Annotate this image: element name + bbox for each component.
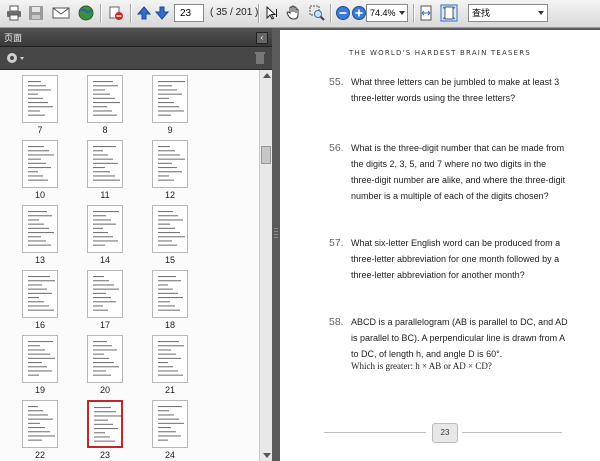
page-thumbnail[interactable]	[87, 205, 123, 253]
hand-tool-icon[interactable]	[283, 3, 303, 23]
page-thumbnail[interactable]	[87, 335, 123, 383]
marquee-zoom-icon[interactable]	[307, 3, 327, 23]
page-thumbnail[interactable]	[22, 335, 58, 383]
pages-panel-toolbar	[0, 47, 272, 70]
no-entry-icon[interactable]	[106, 3, 126, 23]
toolbar-separator	[330, 4, 331, 23]
page-thumbnail[interactable]	[152, 75, 188, 123]
page-thumbnail-label: 7	[37, 125, 43, 135]
page-thumbnail-label: 15	[164, 255, 175, 265]
page-thumbnail[interactable]	[87, 400, 123, 448]
question-item: 57. What six-letter English word can be …	[329, 235, 568, 283]
question-number: 58.	[329, 316, 344, 328]
page-thumbnail[interactable]	[152, 335, 188, 383]
page-thumbnail-label: 16	[34, 320, 45, 330]
close-panel-icon[interactable]: ‹	[256, 32, 268, 44]
page-count: ( 35 / 201 )	[210, 7, 259, 18]
chevron-down-icon	[399, 11, 405, 15]
page-thumbnail[interactable]	[87, 140, 123, 188]
footer-rule	[462, 432, 562, 433]
page-thumbnail[interactable]	[152, 270, 188, 318]
scrollbar-thumb[interactable]	[261, 146, 271, 164]
question-item: 58. ABCD is a parallelogram (AB is paral…	[329, 314, 568, 362]
page-thumbnail-label: 22	[34, 450, 45, 460]
toolbar-separator	[413, 4, 414, 23]
globe-icon[interactable]	[76, 3, 96, 23]
scroll-down-icon[interactable]	[263, 453, 271, 458]
save-icon[interactable]	[26, 3, 46, 23]
chevron-down-icon	[538, 11, 544, 15]
page-thumbnail-label: 23	[99, 450, 110, 460]
splitter-grip	[274, 231, 278, 232]
page-thumbnail-label: 12	[164, 190, 175, 200]
zoom-level-select[interactable]: 74.4%	[366, 4, 408, 22]
page-thumbnail-label: 10	[34, 190, 45, 200]
page-thumbnail-label: 11	[100, 190, 110, 200]
scroll-up-icon[interactable]	[263, 73, 271, 78]
page-thumbnail-label: 18	[164, 320, 175, 330]
page-thumbnail[interactable]	[22, 205, 58, 253]
fit-width-icon[interactable]	[416, 3, 436, 23]
page-number-input[interactable]: 23	[174, 4, 204, 22]
footer-rule	[324, 432, 426, 433]
page-thumbnail[interactable]	[152, 140, 188, 188]
trash-icon[interactable]	[254, 51, 266, 65]
question-item: 55. What three letters can be jumbled to…	[329, 74, 568, 106]
page-number: 23	[432, 423, 458, 443]
panel-splitter[interactable]	[272, 28, 280, 461]
page-thumbnail-label: 17	[99, 320, 110, 330]
page-thumbnail-label: 8	[102, 125, 108, 135]
question-prompt: Which is greater: h × AB or AD × CD?	[351, 361, 492, 371]
question-item: 56. What is the three-digit number that …	[329, 140, 568, 204]
page-thumbnails: 7 8 9 10 11 12 13 14 15 16 17 18 19 20 21 22 23 24	[0, 70, 272, 461]
page-thumbnail-label: 21	[164, 385, 175, 395]
pages-panel-title: 页面	[4, 33, 23, 43]
search-input[interactable]: 查找	[468, 4, 548, 22]
toolbar-separator	[100, 4, 101, 23]
question-text: What six-letter English word can be prod…	[351, 238, 561, 280]
page-thumbnail[interactable]	[22, 140, 58, 188]
toolbar-separator	[130, 4, 131, 23]
question-number: 57.	[329, 237, 344, 249]
page-thumbnail[interactable]	[22, 75, 58, 123]
page-thumbnail-label: 19	[34, 385, 45, 395]
email-icon[interactable]	[51, 3, 71, 23]
search-input-value: 查找	[472, 8, 491, 18]
zoom-level-value: 74.4%	[370, 8, 396, 18]
page-thumbnail-label: 13	[34, 255, 45, 265]
splitter-grip	[274, 234, 278, 235]
question-text: What is the three-digit number that can …	[351, 143, 566, 201]
running-head: THE WORLD'S HARDEST BRAIN TEASERS	[349, 49, 531, 57]
fit-page-icon[interactable]	[439, 3, 459, 23]
print-icon[interactable]	[4, 3, 24, 23]
page-thumbnail-label: 14	[99, 255, 110, 265]
text-select-cursor-icon[interactable]	[262, 3, 282, 23]
page-thumbnail[interactable]	[152, 400, 188, 448]
page-thumbnail-label: 9	[167, 125, 173, 135]
pages-panel-header: 页面 ‹	[0, 28, 272, 47]
page-thumbnail-label: 20	[99, 385, 110, 395]
question-number: 55.	[329, 76, 344, 88]
question-text: What three letters can be jumbled to mak…	[351, 77, 560, 103]
toolbar: 23 ( 35 / 201 ) 74.4% 查找	[0, 0, 600, 28]
page-thumbnail[interactable]	[22, 400, 58, 448]
document-page[interactable]: THE WORLD'S HARDEST BRAIN TEASERS 55. Wh…	[280, 30, 600, 461]
page-thumbnail[interactable]	[87, 75, 123, 123]
question-number: 56.	[329, 142, 344, 154]
toolbar-separator	[258, 4, 259, 23]
arrow-down-icon[interactable]	[152, 3, 172, 23]
splitter-grip	[274, 228, 278, 229]
pages-panel: 页面 ‹ 7 8 9 10 11 12 13 14 15 16 17 18 19 20 21 22 23 24	[0, 28, 272, 461]
options-gear-icon[interactable]	[5, 51, 25, 65]
thumbnail-scrollbar[interactable]	[259, 70, 272, 461]
question-text: ABCD is a parallelogram (AB is parallel …	[351, 317, 568, 359]
arrow-up-icon[interactable]	[134, 3, 154, 23]
page-thumbnail[interactable]	[22, 270, 58, 318]
page-thumbnail[interactable]	[87, 270, 123, 318]
splitter-grip	[274, 237, 278, 238]
page-thumbnail[interactable]	[152, 205, 188, 253]
page-thumbnail-label: 24	[164, 450, 175, 460]
